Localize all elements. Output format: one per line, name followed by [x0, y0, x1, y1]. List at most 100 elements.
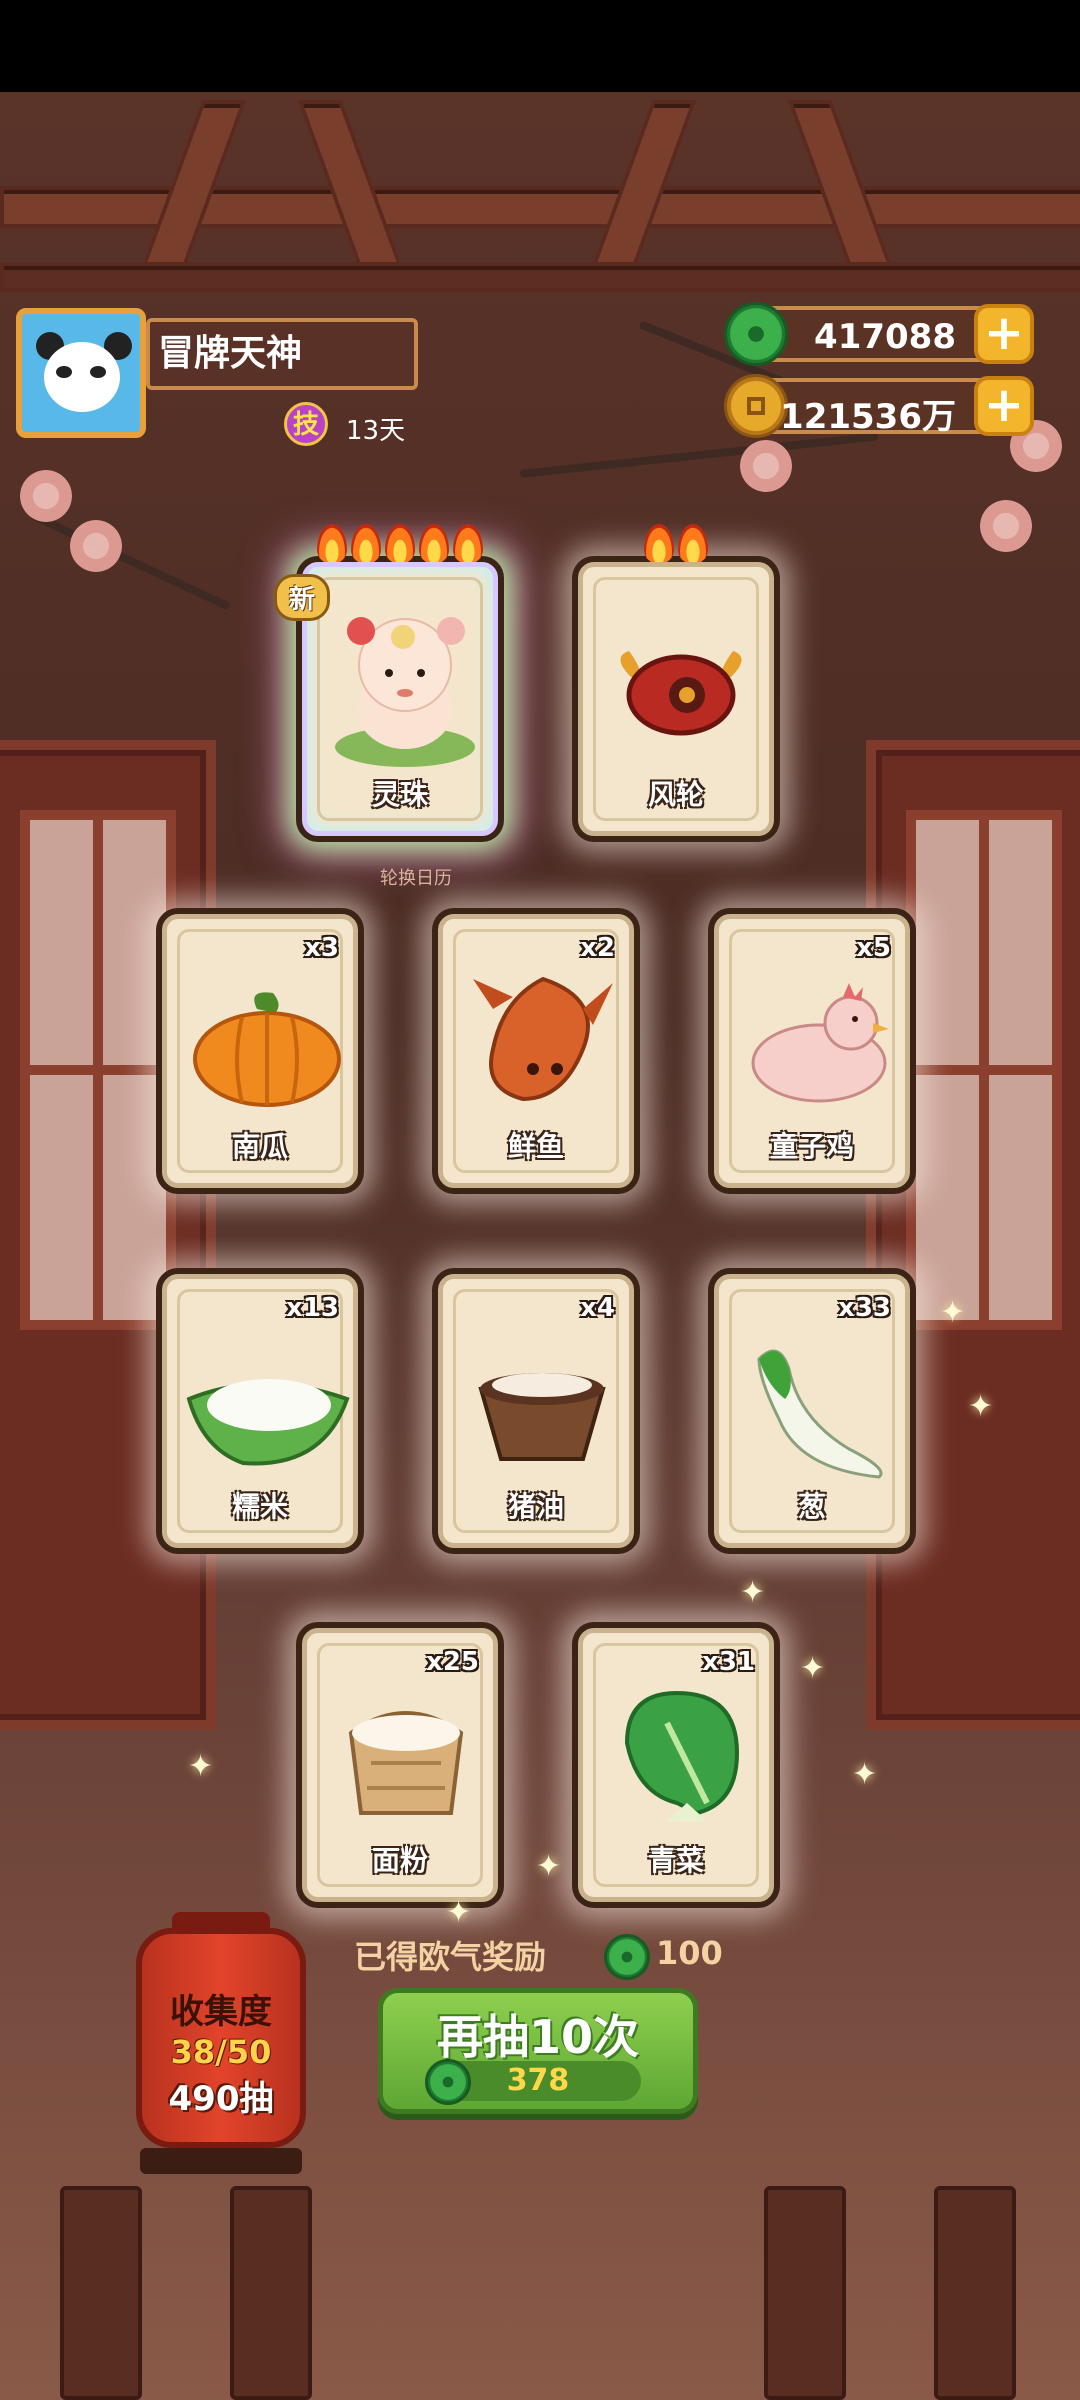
- sparkle-icon: ✦: [852, 1757, 878, 1792]
- card-name: 风轮: [647, 778, 704, 811]
- card-count: x13: [286, 1293, 339, 1323]
- collection-title: 收集度: [170, 1992, 272, 2032]
- rotation-calendar-label[interactable]: 轮换日历: [380, 864, 452, 890]
- player-avatar[interactable]: [16, 308, 146, 438]
- luck-reward-value: 100: [656, 1934, 723, 1972]
- card-count: x3: [304, 933, 339, 963]
- fenglun-art: [620, 651, 742, 736]
- card-face: 灵珠: [302, 562, 498, 836]
- card-name: 南瓜: [231, 1130, 288, 1163]
- avatar-eye: [56, 366, 72, 378]
- lingzhu-art: [335, 617, 475, 767]
- jade-icon: [724, 302, 788, 366]
- card-name: 猪油: [507, 1490, 564, 1523]
- card-count: x31: [702, 1647, 755, 1677]
- game-scene: 冒牌天神 技 13天 417088 + 121536万 + 灵珠 新 风轮 轮换…: [0, 0, 1080, 2400]
- card-glutinous-rice[interactable]: x13 糯米: [156, 1268, 364, 1554]
- player-name[interactable]: 冒牌天神: [146, 318, 418, 390]
- card-name: 糯米: [231, 1490, 288, 1523]
- sparkle-icon: ✦: [740, 1575, 766, 1610]
- card-name: 面粉: [371, 1844, 428, 1877]
- card-name: 灵珠: [371, 778, 428, 811]
- flame-icon: [351, 524, 381, 564]
- blossom-flower: [70, 520, 122, 572]
- card-face: x31 青菜: [578, 1628, 774, 1902]
- card-name: 鲜鱼: [507, 1130, 564, 1163]
- card-face: x2 鲜鱼: [438, 914, 634, 1188]
- railing-post: [934, 2186, 1016, 2400]
- draw-cost-value: 378: [506, 2063, 570, 2098]
- card-count: x2: [580, 933, 615, 963]
- card-fenglun[interactable]: 风轮: [572, 524, 780, 842]
- card-count: x33: [838, 1293, 891, 1323]
- coin-icon: [724, 374, 788, 438]
- card-face: x13 糯米: [162, 1274, 358, 1548]
- blossom-flower: [20, 470, 72, 522]
- jade-icon: [604, 1934, 650, 1980]
- add-coins-button[interactable]: +: [974, 376, 1034, 436]
- coin-amount: 121536万: [780, 397, 956, 437]
- card-face: x25 面粉: [302, 1628, 498, 1902]
- lard-art: [478, 1373, 606, 1461]
- blossom-flower: [740, 440, 792, 492]
- scallion-art: [757, 1349, 883, 1479]
- collection-draws: 490抽: [168, 2079, 274, 2119]
- new-badge: 新: [274, 574, 331, 621]
- sparkle-icon: ✦: [800, 1651, 826, 1686]
- card-face: x5 童子鸡: [714, 914, 910, 1188]
- blossom-flower: [980, 500, 1032, 552]
- card-scallion[interactable]: x33 葱: [708, 1268, 916, 1554]
- sparkle-icon: ✦: [446, 1895, 472, 1930]
- flame-icon: [678, 524, 708, 564]
- card-chicken[interactable]: x5 童子鸡: [708, 908, 916, 1194]
- greens-art: [624, 1690, 740, 1821]
- add-jade-button[interactable]: +: [974, 304, 1034, 364]
- left-door: [0, 740, 216, 1730]
- card-face: x33 葱: [714, 1274, 910, 1548]
- card-lard[interactable]: x4 猪油: [432, 1268, 640, 1554]
- card-greens[interactable]: x31 青菜: [572, 1622, 780, 1908]
- draw-again-label: 再抽10次: [436, 2010, 639, 2064]
- card-face: x3 南瓜: [162, 914, 358, 1188]
- sparkle-icon: ✦: [188, 1749, 214, 1784]
- card-name: 青菜: [647, 1844, 704, 1877]
- flame-icon: [419, 524, 449, 564]
- door-lattice: [20, 810, 176, 1330]
- status-bar: [0, 0, 1080, 92]
- railing-post: [764, 2186, 846, 2400]
- door-lattice: [906, 810, 1062, 1330]
- card-lingzhu[interactable]: 灵珠 新: [274, 524, 504, 842]
- sparkle-icon: ✦: [536, 1849, 562, 1884]
- collection-progress: 38/50: [170, 2033, 272, 2071]
- card-flour[interactable]: x25 面粉: [296, 1622, 504, 1908]
- card-name: 葱: [797, 1490, 826, 1523]
- card-fish[interactable]: x2 鲜鱼: [432, 908, 640, 1194]
- flame-icon: [317, 524, 347, 564]
- card-count: x25: [426, 1647, 479, 1677]
- avatar-face: [44, 342, 120, 412]
- skill-days-remaining: 13天: [346, 416, 406, 446]
- flame-icon: [385, 524, 415, 564]
- card-face: x4 猪油: [438, 1274, 634, 1548]
- draw-cost-bar: 378: [425, 2059, 641, 2105]
- card-count: x4: [580, 1293, 615, 1323]
- draw-again-button[interactable]: 再抽10次 378: [378, 1988, 698, 2114]
- jade-currency-bar: 417088 +: [724, 302, 1034, 366]
- card-face: 风轮: [578, 562, 774, 836]
- collection-lantern[interactable]: 收集度 38/50 490抽: [136, 1912, 306, 2148]
- fish-art: [473, 976, 613, 1102]
- jade-amount: 417088: [814, 317, 956, 357]
- lantern-stand: [140, 2148, 302, 2174]
- sparkle-icon: ✦: [940, 1295, 966, 1330]
- card-count: x5: [856, 933, 891, 963]
- flame-icon: [644, 524, 674, 564]
- railing-post: [60, 2186, 142, 2400]
- pumpkin-art: [193, 992, 341, 1107]
- railing-post: [230, 2186, 312, 2400]
- sparkle-icon: ✦: [968, 1389, 994, 1424]
- card-name: 童子鸡: [769, 1130, 854, 1163]
- coin-currency-bar: 121536万 +: [724, 374, 1034, 438]
- card-pumpkin[interactable]: x3 南瓜: [156, 908, 364, 1194]
- skill-badge-icon[interactable]: 技: [284, 402, 328, 446]
- avatar-eye: [90, 366, 106, 378]
